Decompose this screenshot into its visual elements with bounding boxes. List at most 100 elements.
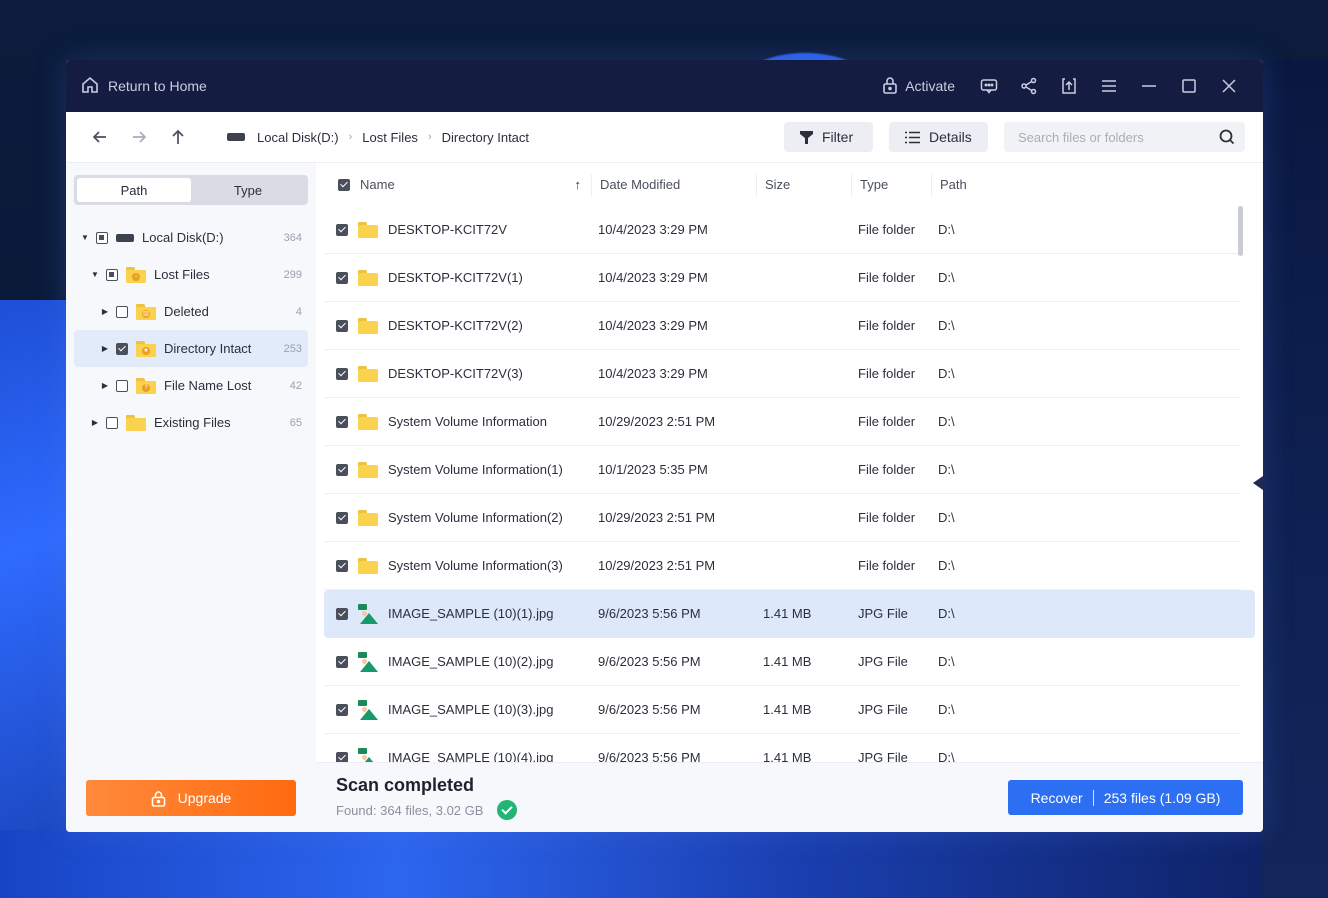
scan-summary: Found: 364 files, 3.02 GB [336,802,484,818]
row-checkbox[interactable] [336,511,348,524]
table-row[interactable]: System Volume Information(1) 10/1/2023 5:… [324,446,1241,494]
tab-path[interactable]: Path [77,178,191,202]
column-header-name[interactable]: Name ↑ [326,163,591,206]
back-button[interactable] [80,122,119,152]
tree-checkbox[interactable] [106,268,118,281]
tree-item-count: 42 [289,379,302,392]
recover-button[interactable]: Recover 253 files (1.09 GB) [1008,780,1243,815]
cell-type: File folder [858,558,916,573]
table-body: DESKTOP-KCIT72V 10/4/2023 3:29 PM File fol… [324,206,1255,762]
breadcrumb-item-directory-intact[interactable]: Directory Intact [442,130,529,145]
sort-ascending-icon[interactable]: ↑ [575,177,582,192]
maximize-button[interactable] [1169,66,1209,106]
table-row[interactable]: IMAGE_SAMPLE (10)(1).jpg 9/6/2023 5:56 PM… [324,590,1255,638]
tree-checkbox[interactable] [106,416,118,429]
cell-date: 10/29/2023 2:51 PM [598,558,716,573]
activate-button[interactable]: Activate [882,76,955,97]
forward-button[interactable] [119,122,158,152]
cell-name: IMAGE_SAMPLE (10)(4).jpg [324,747,589,762]
table-row[interactable]: IMAGE_SAMPLE (10)(2).jpg 9/6/2023 5:56 PM… [324,638,1241,686]
column-header-type[interactable]: Type [851,173,931,196]
caret-down-icon[interactable]: ▼ [90,270,100,280]
filter-button[interactable]: Filter [784,122,873,152]
breadcrumb-item-lost-files[interactable]: Lost Files [362,130,418,145]
menu-button[interactable] [1089,66,1129,106]
details-view-button[interactable]: Details [889,122,988,152]
upgrade-button[interactable]: Upgrade [86,780,296,816]
home-icon [80,75,100,98]
scan-status-title: Scan completed [336,775,475,795]
tree-item-label: Directory Intact [164,341,252,356]
tree-checkbox[interactable] [116,342,128,355]
select-all-checkbox[interactable] [338,178,350,191]
column-header-size[interactable]: Size [756,173,851,196]
table-row[interactable]: DESKTOP-KCIT72V(1) 10/4/2023 3:29 PM File … [324,254,1241,302]
table-row[interactable]: System Volume Information 10/29/2023 2:51… [324,398,1241,446]
tree-checkbox[interactable] [96,231,108,244]
caret-right-icon[interactable]: ▶ [90,418,100,428]
tree-item[interactable]: ▼ − Lost Files 299 [74,256,308,293]
file-name: IMAGE_SAMPLE (10)(1).jpg [388,606,554,621]
feedback-button[interactable] [969,66,1009,106]
table-row[interactable]: DESKTOP-KCIT72V(2) 10/4/2023 3:29 PM File … [324,302,1241,350]
cell-path: D:\ [938,654,955,669]
close-button[interactable] [1209,66,1249,106]
tree-item[interactable]: ▼ Local Disk(D:) 364 [74,219,308,256]
up-button[interactable] [158,122,197,152]
tree-checkbox[interactable] [116,379,128,392]
export-button[interactable] [1049,66,1089,106]
row-checkbox[interactable] [336,271,348,284]
row-checkbox[interactable] [336,559,348,572]
minimize-button[interactable] [1129,66,1169,106]
tree-item[interactable]: ▶ Existing Files 65 [74,404,308,441]
row-checkbox[interactable] [336,607,348,620]
cell-name: IMAGE_SAMPLE (10)(2).jpg [324,651,589,672]
return-home-button[interactable]: Return to Home [80,75,207,98]
cell-type: File folder [858,222,916,237]
table-row[interactable]: System Volume Information(3) 10/29/2023 2… [324,542,1241,590]
caret-right-icon[interactable]: ▶ [100,344,110,354]
caret-down-icon[interactable]: ▼ [80,233,90,243]
collapse-preview-icon[interactable] [1253,476,1263,490]
minimize-icon [1142,85,1156,87]
share-button[interactable] [1009,66,1049,106]
column-header-path[interactable]: Path [931,173,967,196]
tab-type[interactable]: Type [191,178,305,202]
row-checkbox[interactable] [336,703,348,716]
file-list-panel: Name ↑ Date Modified Size Type Path DESK… [316,163,1263,832]
tree-item[interactable]: ▶? File Name Lost 42 [74,367,308,404]
tree-checkbox[interactable] [116,305,128,318]
table-row[interactable]: IMAGE_SAMPLE (10)(4).jpg 9/6/2023 5:56 PM… [324,734,1241,762]
drive-icon [116,233,134,242]
filter-label: Filter [822,129,854,145]
search-input[interactable] [1018,129,1219,145]
cell-date: 9/6/2023 5:56 PM [598,606,701,621]
drive-icon [227,133,245,141]
divider [1092,789,1094,806]
table-row[interactable]: DESKTOP-KCIT72V(3) 10/4/2023 3:29 PM File … [324,350,1241,398]
row-checkbox[interactable] [336,319,348,332]
table-row[interactable]: System Volume Information(2) 10/29/2023 2… [324,494,1241,542]
caret-right-icon[interactable]: ▶ [100,381,110,391]
row-checkbox[interactable] [336,367,348,380]
row-checkbox[interactable] [336,751,348,762]
caret-right-icon[interactable]: ▶ [100,307,110,317]
table-row[interactable]: IMAGE_SAMPLE (10)(3).jpg 9/6/2023 5:56 PM… [324,686,1241,734]
breadcrumb-item-local-disk[interactable]: Local Disk(D:) [257,130,339,145]
row-checkbox[interactable] [336,655,348,668]
table-row[interactable]: DESKTOP-KCIT72V 10/4/2023 3:29 PM File fol… [324,206,1241,254]
close-icon [1222,79,1236,93]
recover-label: Recover [1030,789,1083,806]
maximize-icon [1182,79,1196,93]
column-header-date[interactable]: Date Modified [591,173,756,196]
tree-item[interactable]: ▶ ★ Directory Intact 253 [74,330,308,367]
row-checkbox[interactable] [336,463,348,476]
tree-item[interactable]: ▶ ▥ Deleted 4 [74,293,308,330]
row-checkbox[interactable] [336,415,348,428]
row-checkbox[interactable] [336,223,348,236]
search-icon[interactable] [1219,129,1235,145]
cell-path: D:\ [938,702,955,717]
cell-date: 9/6/2023 5:56 PM [598,654,701,669]
vertical-scrollbar[interactable] [1238,206,1243,256]
activate-label: Activate [905,78,955,94]
